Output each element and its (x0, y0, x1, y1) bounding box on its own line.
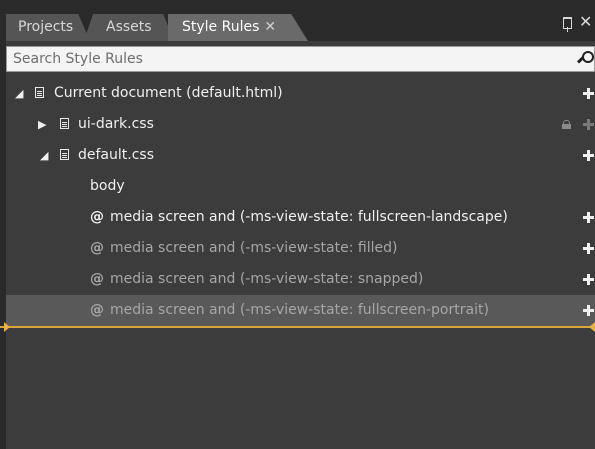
tree-item-body[interactable]: body (6, 171, 595, 202)
tab-projects-label: Projects (18, 19, 74, 35)
expand-caret-icon[interactable]: ◢ (40, 140, 48, 171)
add-rule-icon (583, 119, 594, 130)
document-icon (60, 149, 69, 160)
drop-indicator-left-arrow-icon (4, 322, 10, 332)
collapse-caret-icon[interactable]: ▶ (38, 109, 46, 140)
at-rule-icon: @ (90, 271, 104, 287)
search-box (6, 46, 595, 72)
at-rule-icon: @ (90, 240, 104, 256)
tree-item-label: media screen and (-ms-view-state: snappe… (110, 271, 424, 287)
close-tab-icon[interactable]: ✕ (264, 14, 276, 41)
tree-item-label: default.css (78, 147, 154, 163)
tab-style-rules[interactable]: Style Rules ✕ (168, 14, 308, 41)
tree-item-label: ui-dark.css (78, 116, 154, 132)
tab-assets[interactable]: Assets (84, 14, 174, 41)
tree-item-media-fullscreen-landscape[interactable]: @ media screen and (-ms-view-state: full… (6, 202, 595, 233)
tree-item-media-snapped[interactable]: @ media screen and (-ms-view-state: snap… (6, 264, 595, 295)
tree-item-media-fullscreen-portrait[interactable]: @ media screen and (-ms-view-state: full… (6, 295, 595, 326)
style-rules-panel: Projects Assets Style Rules✕ ✕ ◢ Current… (0, 0, 595, 449)
search-icon[interactable] (577, 51, 594, 67)
tree-item-label: Current document (default.html) (54, 85, 283, 101)
add-rule-icon[interactable] (583, 305, 594, 316)
lock-icon (562, 120, 571, 129)
add-rule-icon[interactable] (583, 274, 594, 285)
tree-item-default-css[interactable]: ◢ default.css (6, 140, 595, 171)
tab-bar: Projects Assets Style Rules ✕ ✕ (0, 0, 595, 41)
style-rules-tree: ◢ Current document (default.html) ▶ ui-d… (6, 78, 595, 326)
tab-style-rules-label: Style Rules (182, 19, 260, 35)
document-icon (35, 87, 44, 98)
add-rule-icon[interactable] (583, 88, 594, 99)
tab-assets-label: Assets (106, 19, 152, 35)
search-input[interactable] (7, 47, 579, 71)
tree-item-current-document[interactable]: ◢ Current document (default.html) (6, 78, 595, 109)
document-icon (60, 118, 69, 129)
tree-item-media-filled[interactable]: @ media screen and (-ms-view-state: fill… (6, 233, 595, 264)
tree-item-label: media screen and (-ms-view-state: fullsc… (110, 302, 489, 318)
tree-item-label: media screen and (-ms-view-state: filled… (110, 240, 398, 256)
add-rule-icon[interactable] (583, 243, 594, 254)
expand-caret-icon[interactable]: ◢ (15, 78, 23, 109)
add-rule-icon[interactable] (583, 212, 594, 223)
tree-item-ui-dark-css[interactable]: ▶ ui-dark.css (6, 109, 595, 140)
tree-item-label: media screen and (-ms-view-state: fullsc… (110, 209, 508, 225)
tree-item-label: body (90, 178, 125, 194)
drop-indicator-line (0, 326, 595, 328)
at-rule-icon: @ (90, 302, 104, 318)
drop-indicator-right-arrow-icon (589, 322, 595, 332)
tab-projects[interactable]: Projects (6, 14, 90, 41)
at-rule-icon: @ (90, 209, 104, 225)
add-rule-icon[interactable] (583, 150, 594, 161)
pin-icon[interactable] (561, 15, 573, 33)
close-panel-icon[interactable]: ✕ (579, 12, 592, 32)
